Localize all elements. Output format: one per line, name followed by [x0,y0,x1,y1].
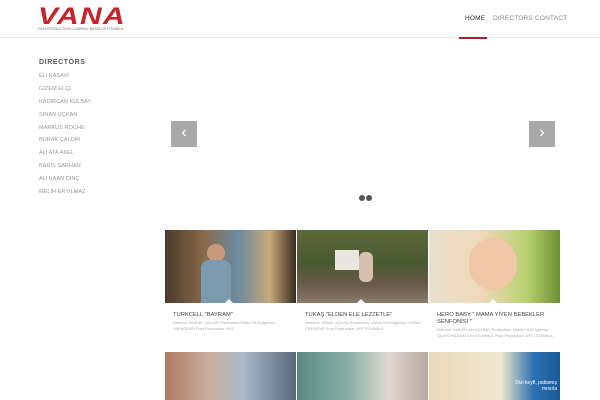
thumb-notch [357,299,365,303]
work-title[interactable]: TUKAŞ "ELDEN ELE LEZZETLE" [305,312,430,319]
ad-overlay-text: Dizi keyfi, patlamış mısırla [515,380,557,392]
sidebar-item[interactable]: GİZEM ELÇİ [39,86,71,92]
figure [201,260,231,303]
sidebar-item[interactable]: ALİ KAAN DİNÇ [39,176,79,182]
nav-directors[interactable]: DIRECTORS [493,15,533,22]
sidebar-item[interactable]: BURAK ÇALDIR [39,137,80,143]
thumb-notch [489,299,497,303]
logo-tagline: FILM PRODUCTION COMPANY BASED IN ISTANBU… [38,27,124,31]
sidebar-item[interactable]: SİNAN UÇKAN [39,112,77,118]
sidebar-title: DIRECTORS [39,59,86,66]
slider-prev-button[interactable]: ‹ [171,121,197,147]
sidebar-item[interactable]: MELİH ERYILMAZ [39,189,86,195]
work-credits: Director: BURAK ÇALDIR Production:VANA F… [173,320,277,331]
sidebar-item[interactable]: ALİ ATA AKEL [39,150,74,156]
work-thumbnail[interactable] [165,230,296,303]
slider-dot[interactable] [359,195,365,201]
work-thumbnail[interactable] [429,230,560,303]
work-title[interactable]: TURKCELL "BAYRAM" [173,312,298,319]
work-thumbnail[interactable] [165,352,296,400]
sidebar-item[interactable]: BARIŞ SARHAN [39,163,81,169]
active-nav-indicator [459,37,487,39]
logo[interactable]: VANA FILM PRODUCTION COMPANY BASED IN IS… [38,3,125,33]
chevron-left-icon: ‹ [181,124,187,141]
sidebar-item[interactable]: ELİ KASAVİ [39,73,69,79]
chevron-right-icon: › [539,124,545,141]
sidebar-item[interactable]: MARKUS ROCHE [39,125,85,131]
slider-next-button[interactable]: › [529,121,555,147]
work-thumbnail[interactable] [297,352,428,400]
figure [359,252,373,282]
work-credits: Director: KADİRCAN KULBAY Production: VA… [437,327,554,338]
work-thumbnail[interactable] [297,230,428,303]
sidebar-item[interactable]: KADİRCAN KULBAY [39,99,91,105]
work-thumbnail[interactable]: Dizi keyfi, patlamış mısırla [429,352,560,400]
newspaper [335,250,359,270]
work-credits: Director: SİNAN UÇKAN Production: VANA F… [305,320,421,331]
work-title[interactable]: HERO BABY " MAMA YİYEN BEBEKLER SENFONİS… [437,312,562,326]
header: VANA FILM PRODUCTION COMPANY BASED IN IS… [0,0,600,39]
nav-contact[interactable]: CONTACT [535,15,567,22]
baby [469,238,517,290]
thumb-notch [225,299,233,303]
slider-dot[interactable] [366,195,372,201]
nav-home[interactable]: HOME [465,15,485,22]
